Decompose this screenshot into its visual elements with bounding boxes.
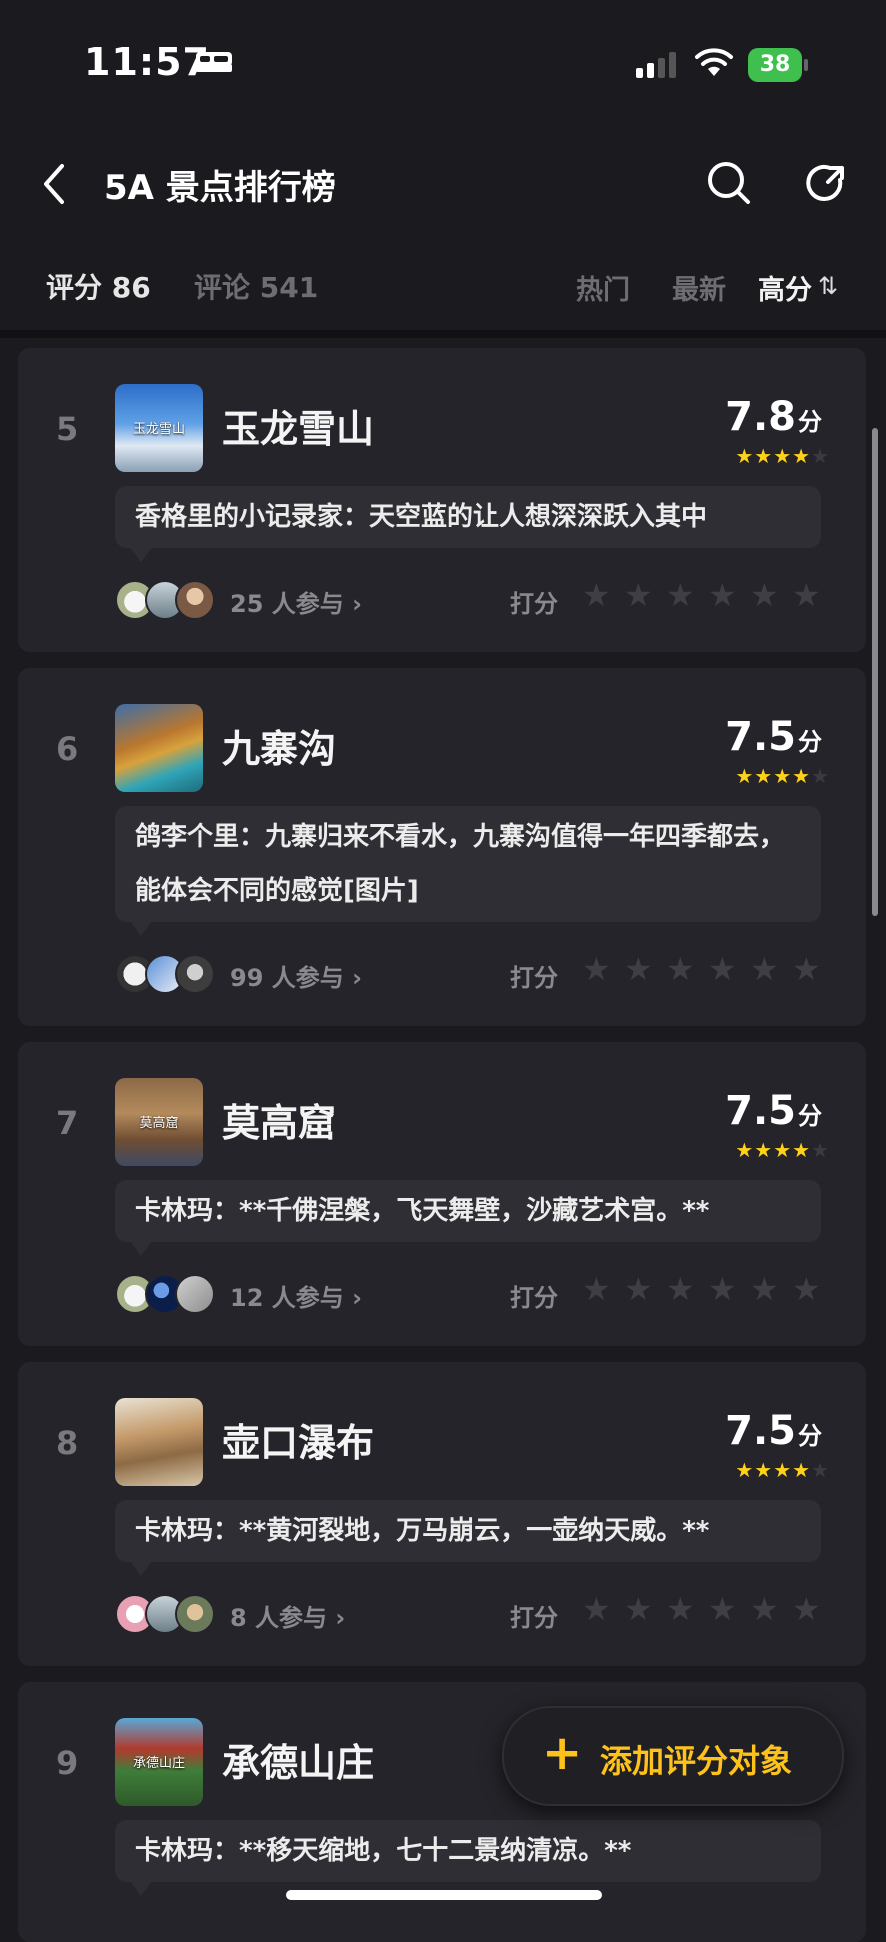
participant-count[interactable]: 99 人参与 ›: [230, 958, 362, 993]
sort-new-tab[interactable]: 最新: [672, 268, 726, 307]
spot-name[interactable]: 壶口瀑布: [222, 1412, 374, 1467]
top-comment[interactable]: 卡林玛：**黄河裂地，万马崩云，一壶纳天威。**: [115, 1500, 821, 1576]
rate-label: 打分: [510, 1604, 558, 1632]
rate-label: 打分: [510, 964, 558, 992]
rank-number: 6: [56, 730, 79, 768]
nav-bar: 5A 景点排行榜: [0, 130, 886, 240]
sort-hot-tab[interactable]: 热门: [576, 268, 630, 307]
spot-thumbnail[interactable]: 承德山庄: [115, 1718, 203, 1806]
rate-stars[interactable]: ★ ★ ★ ★ ★ ★: [582, 1270, 834, 1308]
spot-score: 7.8分: [725, 394, 822, 440]
score-stars: ★★★★★: [735, 444, 830, 468]
sort-high-tab[interactable]: 高分: [758, 268, 812, 307]
rank-number: 8: [56, 1424, 79, 1462]
scrollbar[interactable]: [872, 428, 878, 916]
participant-count[interactable]: 12 人参与 ›: [230, 1278, 362, 1313]
spot-card[interactable]: 7 莫高窟 莫高窟 7.5分 ★★★★★ 卡林玛：**千佛涅槃，飞天舞壁，沙藏艺…: [18, 1042, 866, 1346]
battery-icon: 38: [748, 48, 808, 82]
participant-avatars[interactable]: [115, 954, 215, 994]
spot-thumbnail[interactable]: [115, 1398, 203, 1486]
top-comment[interactable]: 卡林玛：**千佛涅槃，飞天舞壁，沙藏艺术宫。**: [115, 1180, 821, 1256]
top-comment[interactable]: 香格里的小记录家：天空蓝的让人想深深跃入其中: [115, 486, 821, 562]
spot-name[interactable]: 九寨沟: [222, 718, 336, 773]
battery-level: 38: [748, 48, 802, 82]
rank-number: 5: [56, 410, 79, 448]
add-rating-target-button[interactable]: + 添加评分对象: [502, 1706, 844, 1806]
top-comment[interactable]: 卡林玛：**移天缩地，七十二景纳清凉。**: [115, 1820, 821, 1896]
rate-label: 打分: [510, 1284, 558, 1312]
rate-stars[interactable]: ★ ★ ★ ★ ★ ★: [582, 1590, 834, 1628]
rank-number: 9: [56, 1744, 79, 1782]
rating-count[interactable]: 评分 86: [46, 266, 151, 306]
rank-number: 7: [56, 1104, 79, 1142]
spot-score: 7.5分: [725, 1088, 822, 1134]
participant-avatars[interactable]: [115, 1594, 215, 1634]
wifi-icon: [695, 48, 733, 76]
search-icon[interactable]: [706, 160, 752, 206]
share-icon[interactable]: [804, 162, 848, 206]
rate-stars[interactable]: ★ ★ ★ ★ ★ ★: [582, 950, 834, 988]
sort-order-icon[interactable]: ⇅: [818, 272, 838, 300]
rate-label: 打分: [510, 590, 558, 618]
participant-avatars[interactable]: [115, 1274, 215, 1314]
participant-avatars[interactable]: [115, 580, 215, 620]
status-bar: 11:57 38: [0, 0, 886, 130]
participant-count[interactable]: 25 人参与 ›: [230, 584, 362, 619]
spot-thumbnail[interactable]: 玉龙雪山: [115, 384, 203, 472]
spot-thumbnail[interactable]: 莫高窟: [115, 1078, 203, 1166]
spot-score: 7.5分: [725, 1408, 822, 1454]
back-icon[interactable]: [40, 162, 68, 206]
home-indicator[interactable]: [286, 1890, 602, 1900]
status-time: 11:57: [84, 40, 210, 84]
spot-name[interactable]: 莫高窟: [222, 1092, 336, 1147]
spot-card[interactable]: 8 壶口瀑布 7.5分 ★★★★★ 卡林玛：**黄河裂地，万马崩云，一壶纳天威。…: [18, 1362, 866, 1666]
bed-icon: [196, 52, 232, 72]
spot-thumbnail[interactable]: [115, 704, 203, 792]
score-stars: ★★★★★: [735, 1138, 830, 1162]
stats-sort-bar: 评分 86 评论 541 热门 最新 高分 ⇅: [0, 250, 886, 338]
spot-card[interactable]: 6 九寨沟 7.5分 ★★★★★ 鸽李个里：九寨归来不看水，九寨沟值得一年四季都…: [18, 668, 866, 1026]
add-rating-target-label: 添加评分对象: [600, 1742, 793, 1780]
participant-count[interactable]: 8 人参与 ›: [230, 1598, 345, 1633]
top-comment[interactable]: 鸽李个里：九寨归来不看水，九寨沟值得一年四季都去，能体会不同的感觉[图片]: [115, 806, 821, 936]
signal-icon: [636, 52, 676, 78]
comment-count[interactable]: 评论 541: [194, 266, 318, 306]
page-title: 5A 景点排行榜: [104, 168, 336, 208]
score-stars: ★★★★★: [735, 1458, 830, 1482]
spot-card[interactable]: 5 玉龙雪山 玉龙雪山 7.8分 ★★★★★ 香格里的小记录家：天空蓝的让人想深…: [18, 348, 866, 652]
spot-score: 7.5分: [725, 714, 822, 760]
score-stars: ★★★★★: [735, 764, 830, 788]
spot-name[interactable]: 玉龙雪山: [222, 398, 374, 453]
plus-icon: +: [542, 1725, 583, 1781]
spot-name[interactable]: 承德山庄: [222, 1732, 374, 1787]
rate-stars[interactable]: ★ ★ ★ ★ ★ ★: [582, 576, 834, 614]
